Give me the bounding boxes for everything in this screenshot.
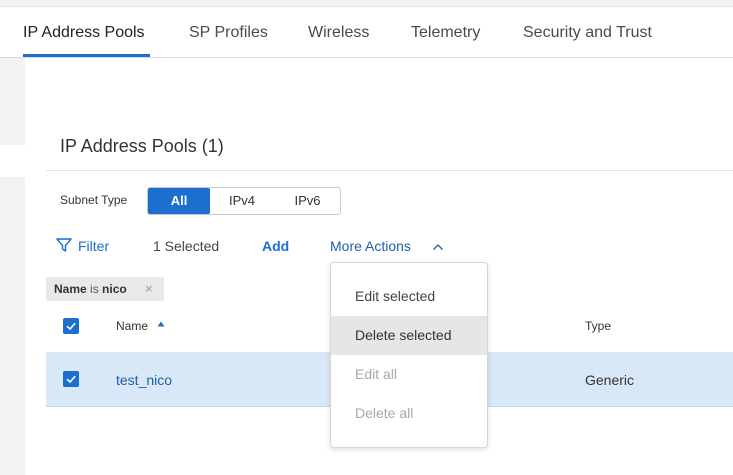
menu-item-edit-all: Edit all	[355, 366, 398, 382]
app-root: IP Address Pools SP Profiles Wireless Te…	[0, 0, 733, 475]
active-tab-indicator	[23, 54, 150, 57]
tab-security-and-trust[interactable]: Security and Trust	[523, 24, 652, 42]
subnet-type-selector: All IPv4 IPv6	[147, 187, 341, 215]
filter-chip-operator: is	[90, 282, 99, 296]
subnet-type-label: Subnet Type	[60, 193, 128, 207]
checkmark-icon	[66, 375, 76, 384]
subnet-all-button[interactable]: All	[148, 188, 210, 214]
column-header-type[interactable]: Type	[585, 319, 611, 333]
filter-chip: Name is nico ×	[46, 277, 164, 301]
select-all-checkbox[interactable]	[63, 318, 79, 334]
column-header-name[interactable]: Name	[116, 319, 148, 333]
tab-ip-address-pools[interactable]: IP Address Pools	[23, 24, 145, 42]
filter-icon[interactable]	[55, 236, 73, 254]
filter-chip-field: Name	[54, 282, 87, 296]
more-actions-menu: Edit selected Delete selected Edit all D…	[330, 262, 488, 448]
add-button[interactable]: Add	[262, 238, 289, 254]
panel-divider	[46, 170, 733, 171]
selected-count: 1 Selected	[153, 238, 220, 254]
left-sidebar-selected-item[interactable]	[0, 145, 25, 177]
menu-item-delete-selected[interactable]: Delete selected	[331, 316, 487, 355]
chevron-up-icon[interactable]	[432, 242, 444, 252]
tab-sp-profiles[interactable]: SP Profiles	[189, 24, 268, 42]
more-actions-button[interactable]: More Actions	[330, 238, 411, 254]
close-icon[interactable]: ×	[145, 277, 153, 301]
sort-ascending-icon[interactable]	[157, 320, 165, 328]
subnet-ipv6-button[interactable]: IPv6	[275, 188, 340, 214]
top-edge	[0, 0, 733, 7]
row-name-link[interactable]: test_nico	[116, 372, 172, 388]
filter-chip-value: nico	[102, 282, 127, 296]
filter-button[interactable]: Filter	[78, 238, 109, 254]
tab-wireless[interactable]: Wireless	[308, 24, 369, 42]
panel-title: IP Address Pools (1)	[60, 136, 224, 156]
menu-item-delete-all: Delete all	[355, 405, 414, 421]
row-type: Generic	[585, 372, 635, 388]
tab-bar: IP Address Pools SP Profiles Wireless Te…	[0, 7, 733, 58]
row-checkbox[interactable]	[63, 371, 79, 387]
tab-telemetry[interactable]: Telemetry	[411, 24, 480, 42]
checkmark-icon	[66, 322, 76, 331]
subnet-ipv4-button[interactable]: IPv4	[211, 188, 273, 214]
left-sidebar-strip	[0, 58, 25, 475]
menu-item-edit-selected[interactable]: Edit selected	[331, 277, 487, 316]
